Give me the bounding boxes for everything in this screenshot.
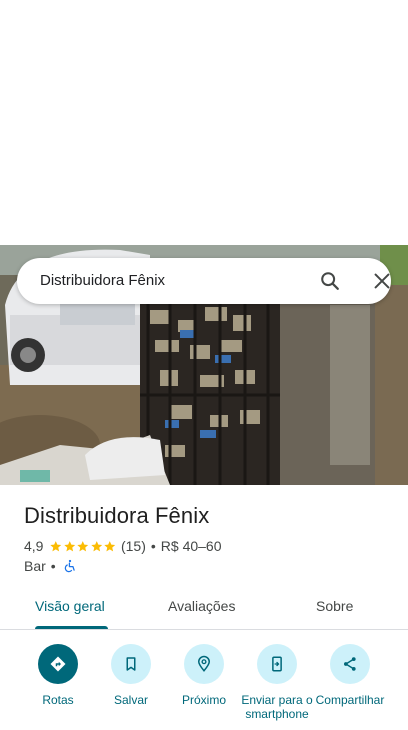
separator: • [50, 558, 56, 574]
tab-reviews[interactable]: Avaliações [168, 598, 235, 614]
send-to-phone-label: Enviar para o smartphone [241, 693, 313, 721]
nearby-icon[interactable] [184, 644, 224, 684]
price-range: R$ 40–60 [160, 538, 222, 554]
share-icon[interactable] [330, 644, 370, 684]
star-icon [104, 540, 116, 551]
star-icon [91, 540, 103, 551]
send-to-phone-icon[interactable] [257, 644, 297, 684]
directions-label: Rotas [42, 693, 74, 707]
share-button[interactable]: Compartilhar [313, 644, 387, 707]
wheelchair-icon [64, 559, 75, 573]
search-icon[interactable] [319, 270, 341, 292]
rating-value: 4,9 [24, 538, 44, 554]
save-label: Salvar [113, 693, 148, 707]
tab-about[interactable]: Sobre [316, 598, 353, 614]
bookmark-icon[interactable] [111, 644, 151, 684]
active-tab-indicator [35, 626, 108, 629]
save-button[interactable]: Salvar [94, 644, 168, 707]
directions-icon[interactable] [38, 644, 78, 684]
nearby-button[interactable]: Próximo [167, 644, 241, 707]
tab-bar: Visão geral Avaliações Sobre [0, 590, 408, 630]
search-query[interactable]: Distribuidora Fênix [40, 272, 165, 289]
map-blank-area [0, 0, 408, 245]
star-icon [50, 540, 62, 551]
star-icon [64, 540, 76, 551]
place-title: Distribuidora Fênix [24, 503, 210, 528]
tab-overview[interactable]: Visão geral [35, 598, 105, 614]
close-icon[interactable] [371, 270, 393, 292]
search-bar[interactable]: Distribuidora Fênix [17, 258, 391, 304]
category-row: Bar • [24, 558, 77, 574]
star-icon [77, 540, 89, 551]
nearby-label: Próximo [181, 693, 226, 707]
separator: • [150, 538, 156, 554]
category-label: Bar [24, 558, 46, 574]
review-count[interactable]: (15) [121, 538, 146, 554]
send-to-phone-button[interactable]: Enviar para o smartphone [240, 644, 314, 721]
share-label: Compartilhar [315, 693, 385, 707]
rating-stars [49, 540, 117, 553]
directions-button[interactable]: Rotas [21, 644, 95, 707]
action-bar: Rotas Salvar Próximo Enviar para o smart… [0, 644, 408, 730]
rating-row[interactable]: 4,9 (15) • R$ 40–60 [24, 538, 222, 554]
